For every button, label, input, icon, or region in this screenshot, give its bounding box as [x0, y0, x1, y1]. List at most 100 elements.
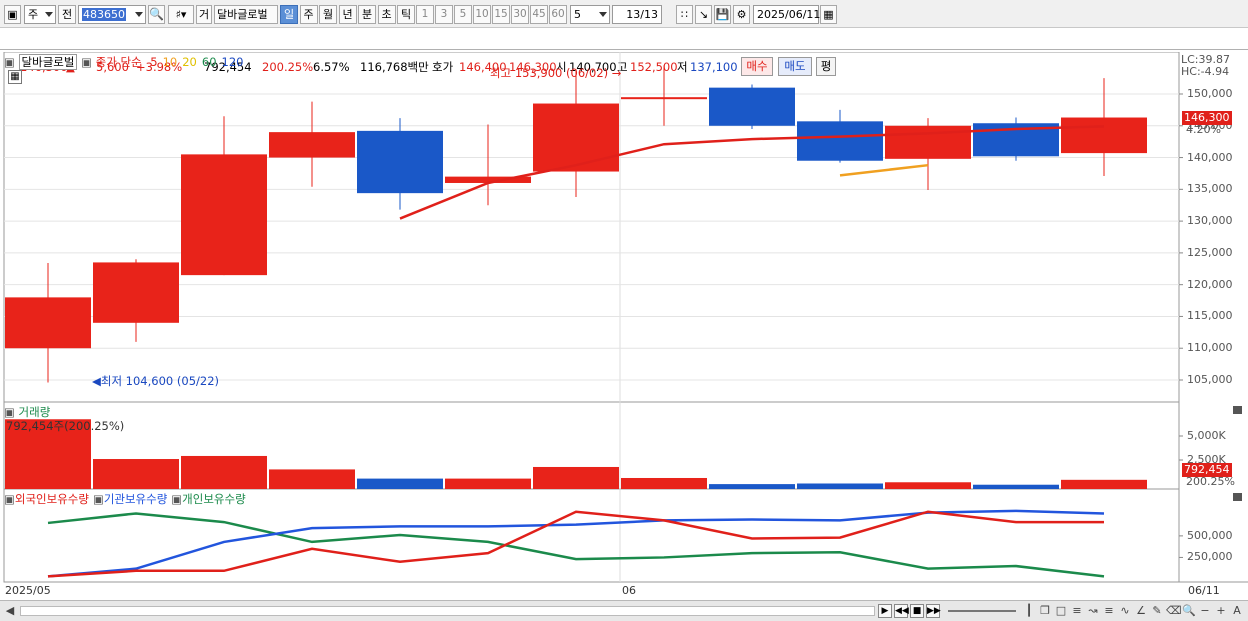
- tab-period-2[interactable]: 월: [319, 5, 337, 24]
- code-input[interactable]: 483650: [78, 5, 146, 24]
- pane-marker-icon: ▣: [4, 55, 15, 69]
- date-input[interactable]: 2025/06/11: [753, 5, 820, 24]
- interval-button-3[interactable]: 3: [435, 5, 453, 24]
- volume-bar: [93, 459, 179, 489]
- price-pane-header: ▣ 달바글로벌 ▣ 종가 단순 5 10 20 60 120: [4, 54, 243, 70]
- volume-bar: [797, 483, 883, 489]
- interval-button-45[interactable]: 45: [530, 5, 548, 24]
- close-icon[interactable]: [1233, 406, 1242, 414]
- forward-icon[interactable]: ▶▶: [926, 604, 941, 618]
- pane-marker-icon: ▣: [81, 55, 92, 69]
- tab-period-6[interactable]: 틱: [397, 5, 415, 24]
- volume-bar: [357, 478, 443, 489]
- interval-button-10[interactable]: 10: [473, 5, 491, 24]
- copy-icon[interactable]: ❐: [1038, 604, 1052, 618]
- candle-body: [621, 97, 707, 100]
- high-note-text: 최고 153,900 (06/02): [490, 66, 609, 80]
- low-note: ◀최저 104,600 (05/22): [92, 373, 219, 389]
- interval-button-60[interactable]: 60: [549, 5, 567, 24]
- crosshair-icon[interactable]: ↘: [695, 5, 712, 24]
- ma10-line: [839, 163, 929, 177]
- candle-body: [269, 132, 355, 158]
- search-icon[interactable]: 🔍: [148, 5, 165, 24]
- zoom-icon[interactable]: 🔍: [1182, 604, 1196, 618]
- ma-period-20: 20: [182, 55, 197, 69]
- volume-bar: [533, 466, 619, 489]
- stock-name[interactable]: 달바글로벌: [214, 5, 278, 24]
- count-select[interactable]: 5: [570, 5, 610, 24]
- candle-body: [1061, 117, 1147, 154]
- volume-bar: [181, 455, 267, 489]
- window-icon[interactable]: ▣: [4, 5, 21, 24]
- tab-period-4[interactable]: 분: [358, 5, 376, 24]
- angle-icon[interactable]: ∠: [1134, 604, 1148, 618]
- grid-icon[interactable]: ∷: [676, 5, 693, 24]
- price-tick-label: 140,000: [1187, 150, 1233, 164]
- prev-button[interactable]: 전: [58, 5, 76, 24]
- candle-body: [533, 103, 619, 172]
- play-icon[interactable]: ▶: [878, 604, 892, 618]
- count-select-value: 5: [574, 8, 581, 21]
- holding-pane-header: ▣외국인보유수량 ▣기관보유수량 ▣개인보유수량: [4, 491, 250, 507]
- pane-marker-icon: ▣: [92, 492, 104, 506]
- scroll-left-icon[interactable]: ◀: [3, 604, 17, 618]
- toolbar: ▣ 주 전 483650 🔍 ♯▾ 거 달바글로벌 일주월년분초틱 1 3 5 10 1…: [0, 0, 1248, 28]
- tab-period-3[interactable]: 년: [338, 5, 357, 24]
- candlestick-chart[interactable]: [0, 52, 1248, 600]
- candle-body: [93, 262, 179, 323]
- candle-body: [5, 297, 91, 349]
- ma-period-5: 5: [150, 55, 158, 69]
- ma-period-120: 120: [221, 55, 244, 69]
- text-tool-icon[interactable]: ✎: [1150, 604, 1164, 618]
- mode-select[interactable]: 주: [24, 5, 56, 24]
- interval-button-1[interactable]: 1: [416, 5, 434, 24]
- chevron-down-icon: [135, 12, 143, 17]
- last-rate-tag: 4.20%: [1186, 123, 1221, 136]
- calculator-icon[interactable]: ▦: [8, 70, 22, 84]
- ma-label: 종가 단순: [95, 55, 142, 69]
- code-value: 483650: [82, 8, 126, 21]
- zoom-slider[interactable]: [948, 610, 1016, 612]
- interval-button-15[interactable]: 15: [492, 5, 510, 24]
- close-icon[interactable]: [1233, 493, 1242, 501]
- scrollbar[interactable]: [20, 606, 875, 616]
- calendar-icon[interactable]: ▦: [820, 5, 837, 24]
- volume-tick-label: 5,000K: [1187, 429, 1226, 442]
- quote-bar: 146,300 ▲ 5,600 +3.98% 792,454 200.25% 6…: [0, 28, 1248, 76]
- holding-legend-0: 외국인보유수량: [14, 492, 89, 506]
- ma-period-60: 60: [201, 55, 217, 69]
- save-icon[interactable]: 💾: [714, 5, 731, 24]
- sound-icon[interactable]: ♯▾: [168, 5, 194, 24]
- gear-icon[interactable]: ⚙: [733, 5, 750, 24]
- tab-period-1[interactable]: 주: [299, 5, 318, 24]
- volume-bar: [445, 478, 531, 489]
- pane-marker-icon: ▣: [4, 405, 15, 419]
- fibonacci-icon[interactable]: ≡: [1102, 604, 1116, 618]
- volume-bar: [709, 484, 795, 489]
- pane-marker-icon: ▣: [4, 492, 15, 506]
- name-prefix[interactable]: 거: [196, 5, 212, 24]
- bottom-toolbar: ◀ ▶ ◀◀ ■ ▶▶ ┃ ❐ □ ≡ ↝ ≡ ∿ ∠ ✎ ⌫ 🔍 − + A: [0, 600, 1248, 621]
- chart-area[interactable]: ▣ 달바글로벌 ▣ 종가 단순 5 10 20 60 120 ▦ LC:39.87 HC…: [0, 52, 1248, 600]
- zoom-in-icon[interactable]: +: [1214, 604, 1228, 618]
- draw-line-icon[interactable]: ┃: [1022, 604, 1036, 618]
- wave-icon[interactable]: ∿: [1118, 604, 1132, 618]
- ma-periods: 5 10 20 60 120: [145, 55, 243, 69]
- last-volume-ratio: 200.25%: [1186, 475, 1235, 488]
- window-icon[interactable]: □: [1054, 604, 1068, 618]
- rewind-icon[interactable]: ◀◀: [894, 604, 909, 618]
- tab-period-0[interactable]: 일: [280, 5, 298, 24]
- stop-icon[interactable]: ■: [910, 604, 924, 618]
- volume-bar: [621, 477, 707, 489]
- auto-scale-icon[interactable]: A: [1230, 604, 1244, 618]
- interval-button-30[interactable]: 30: [511, 5, 529, 24]
- individual-line: [47, 512, 1105, 578]
- holding-tick-label: 500,000: [1187, 528, 1233, 542]
- line-tool-icon[interactable]: ≡: [1070, 604, 1084, 618]
- trend-icon[interactable]: ↝: [1086, 604, 1100, 618]
- interval-button-5[interactable]: 5: [454, 5, 472, 24]
- tab-period-5[interactable]: 초: [377, 5, 396, 24]
- price-tick-label: 125,000: [1187, 245, 1233, 259]
- zoom-out-icon[interactable]: −: [1198, 604, 1212, 618]
- erase-icon[interactable]: ⌫: [1166, 604, 1182, 618]
